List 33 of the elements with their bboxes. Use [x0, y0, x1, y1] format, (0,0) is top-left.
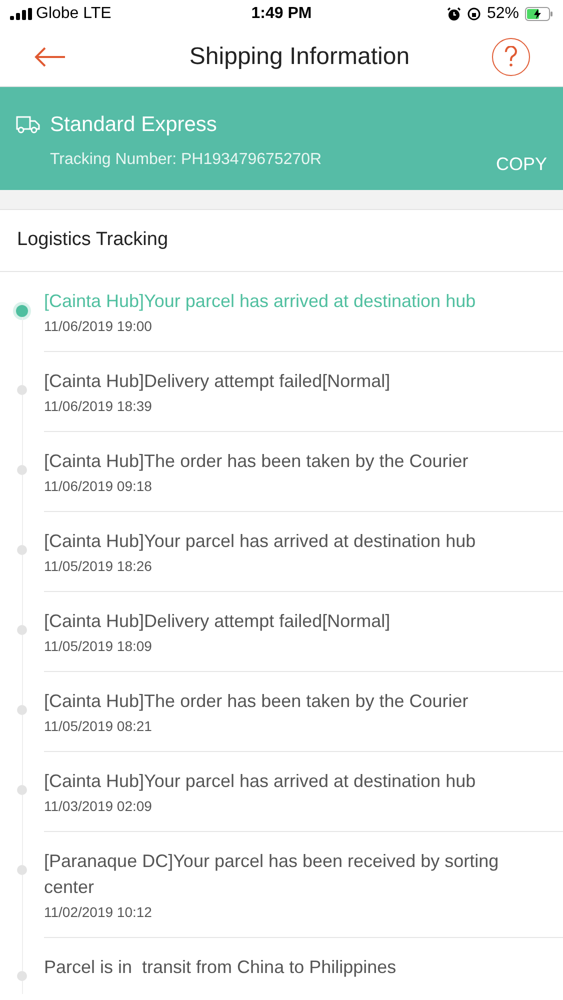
event-time: 11/05/2019 18:09 — [44, 637, 153, 656]
tracking-event: [Cainta Hub]The order has been taken by the Courier — [44, 690, 470, 713]
event-time: 11/06/2019 19:00 — [44, 317, 153, 336]
page-title: Shipping Information — [189, 42, 410, 72]
event-time: 11/03/2019 02:09 — [44, 797, 153, 816]
event-time: 11/05/2019 18:26 — [44, 557, 153, 576]
event-time: 11/06/2019 09:18 — [44, 477, 153, 496]
help-button[interactable] — [492, 38, 530, 76]
tracking-event: [Cainta Hub]Delivery attempt failed[Normal] — [44, 610, 392, 633]
tracking-event: [Cainta Hub]Your parcel has arrived at destination hub — [44, 770, 477, 793]
event-time: 11/06/2019 18:39 — [44, 397, 153, 416]
shipping-service: Standard Express — [50, 112, 217, 138]
alarm-icon — [446, 6, 461, 20]
battery-percent: 52% — [486, 4, 519, 24]
back-arrow-icon — [34, 46, 66, 66]
event-time: 11/02/2019 10:12 — [44, 903, 153, 922]
battery-icon — [525, 6, 553, 20]
tracking-event: Parcel is in transit from China to Philippines — [44, 956, 398, 979]
truck-icon — [16, 114, 40, 135]
tracking-event: [Cainta Hub]Your parcel has arrived at destination hub — [44, 530, 477, 553]
tracking-event: [Cainta Hub]Your parcel has arrived at destination hub — [44, 290, 477, 313]
signal-icon — [10, 8, 32, 20]
tracking-event: [Cainta Hub]The order has been taken by the Courier — [44, 450, 470, 473]
event-time: 11/05/2019 08:21 — [44, 717, 153, 736]
help-icon — [504, 46, 518, 68]
tracking-event: [Cainta Hub]Delivery attempt failed[Normal] — [44, 370, 392, 393]
tracking-event: [Paranaque DC]Your parcel has been received by sorting center — [44, 850, 500, 899]
clock-time: 1:49 PM — [251, 4, 312, 24]
rotation-lock-icon — [466, 6, 481, 20]
tracking-number: Tracking Number: PH193479675270R — [50, 150, 322, 170]
carrier-name: Globe LTE — [36, 4, 112, 24]
section-title: Logistics Tracking — [17, 228, 168, 252]
copy-button[interactable]: COPY — [496, 150, 547, 178]
